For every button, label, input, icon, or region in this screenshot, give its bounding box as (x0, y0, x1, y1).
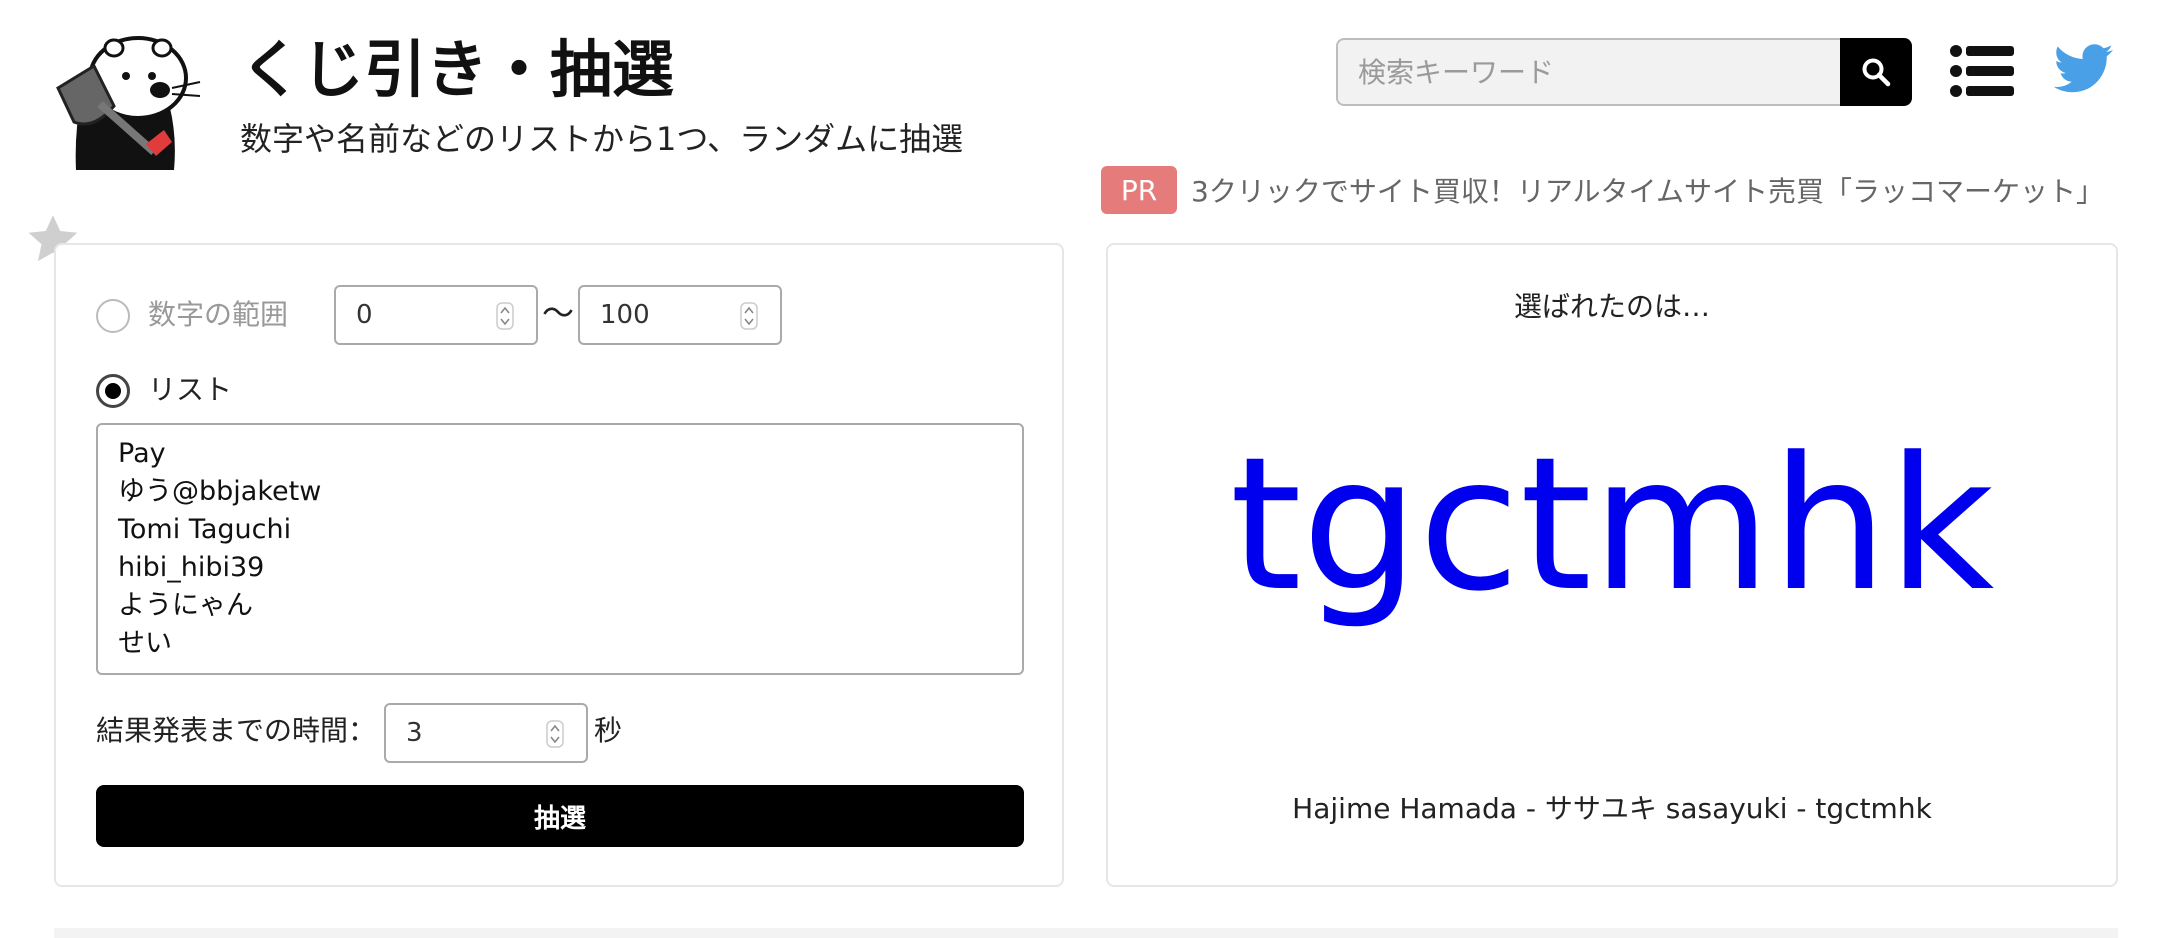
range-label[interactable]: 数字の範囲 (148, 295, 288, 335)
search-button[interactable] (1840, 38, 1912, 106)
search-form (1336, 38, 1912, 106)
stepper-arrows-icon[interactable] (740, 302, 758, 330)
list-textarea[interactable]: Pay ゆう@bbjaketw Tomi Taguchi hibi_hibi39… (96, 423, 1024, 675)
range-from-input[interactable]: 0 (334, 285, 538, 345)
draw-button[interactable]: 抽選 (96, 785, 1024, 847)
draw-history: Hajime Hamada - ササユキ sasayuki - tgctmhk (1292, 792, 1932, 825)
pr-banner: PR 3クリックでサイト買収！リアルタイムサイト売買「ラッコマーケット」 (1101, 166, 2104, 214)
twitter-icon[interactable] (2054, 42, 2114, 96)
list-entry: ようにゃん (118, 590, 253, 621)
result-caption: 選ばれたのは… (1513, 290, 1710, 323)
time-unit: 秒 (594, 714, 623, 747)
search-input[interactable] (1336, 38, 1840, 106)
pr-link[interactable]: 3クリックでサイト買収！リアルタイムサイト売買「ラッコマーケット」 (1191, 170, 2104, 210)
time-label: 結果発表までの時間： (96, 714, 377, 747)
page-title[interactable]: くじ引き・抽選 (240, 28, 674, 112)
result-panel: 選ばれたのは… tgctmhk Hajime Hamada - ササユキ sas… (1106, 243, 2118, 887)
list-label[interactable]: リスト (148, 370, 232, 410)
page-subtitle: 数字や名前などのリストから1つ、ランダムに抽選 (240, 120, 964, 158)
range-from-value: 0 (356, 300, 373, 330)
time-input[interactable]: 3 (384, 703, 588, 763)
stepper-arrows-icon[interactable] (546, 720, 564, 748)
list-entry: Tomi Taguchi (118, 514, 292, 545)
lottery-form-panel: 数字の範囲 0 〜 100 リスト Pay ゆう@bbjaketw Tomi T… (54, 243, 1064, 887)
time-value: 3 (406, 718, 423, 748)
list-entry: hibi_hibi39 (118, 552, 265, 583)
list-radio[interactable] (96, 374, 130, 408)
list-menu-icon[interactable] (1950, 44, 2014, 98)
otter-logo-icon (56, 36, 201, 170)
list-entry: せい (118, 628, 172, 659)
stepper-arrows-icon[interactable] (496, 302, 514, 330)
pr-badge: PR (1101, 166, 1178, 214)
content-divider (54, 928, 2118, 938)
list-entry: ゆう@bbjaketw (118, 476, 322, 507)
range-radio[interactable] (96, 299, 130, 333)
search-icon (1862, 58, 1891, 87)
range-to-input[interactable]: 100 (578, 285, 782, 345)
list-entry: Pay (118, 438, 166, 469)
range-to-value: 100 (600, 300, 650, 330)
winner-text: tgctmhk (1229, 418, 1995, 632)
range-separator: 〜 (542, 294, 575, 332)
